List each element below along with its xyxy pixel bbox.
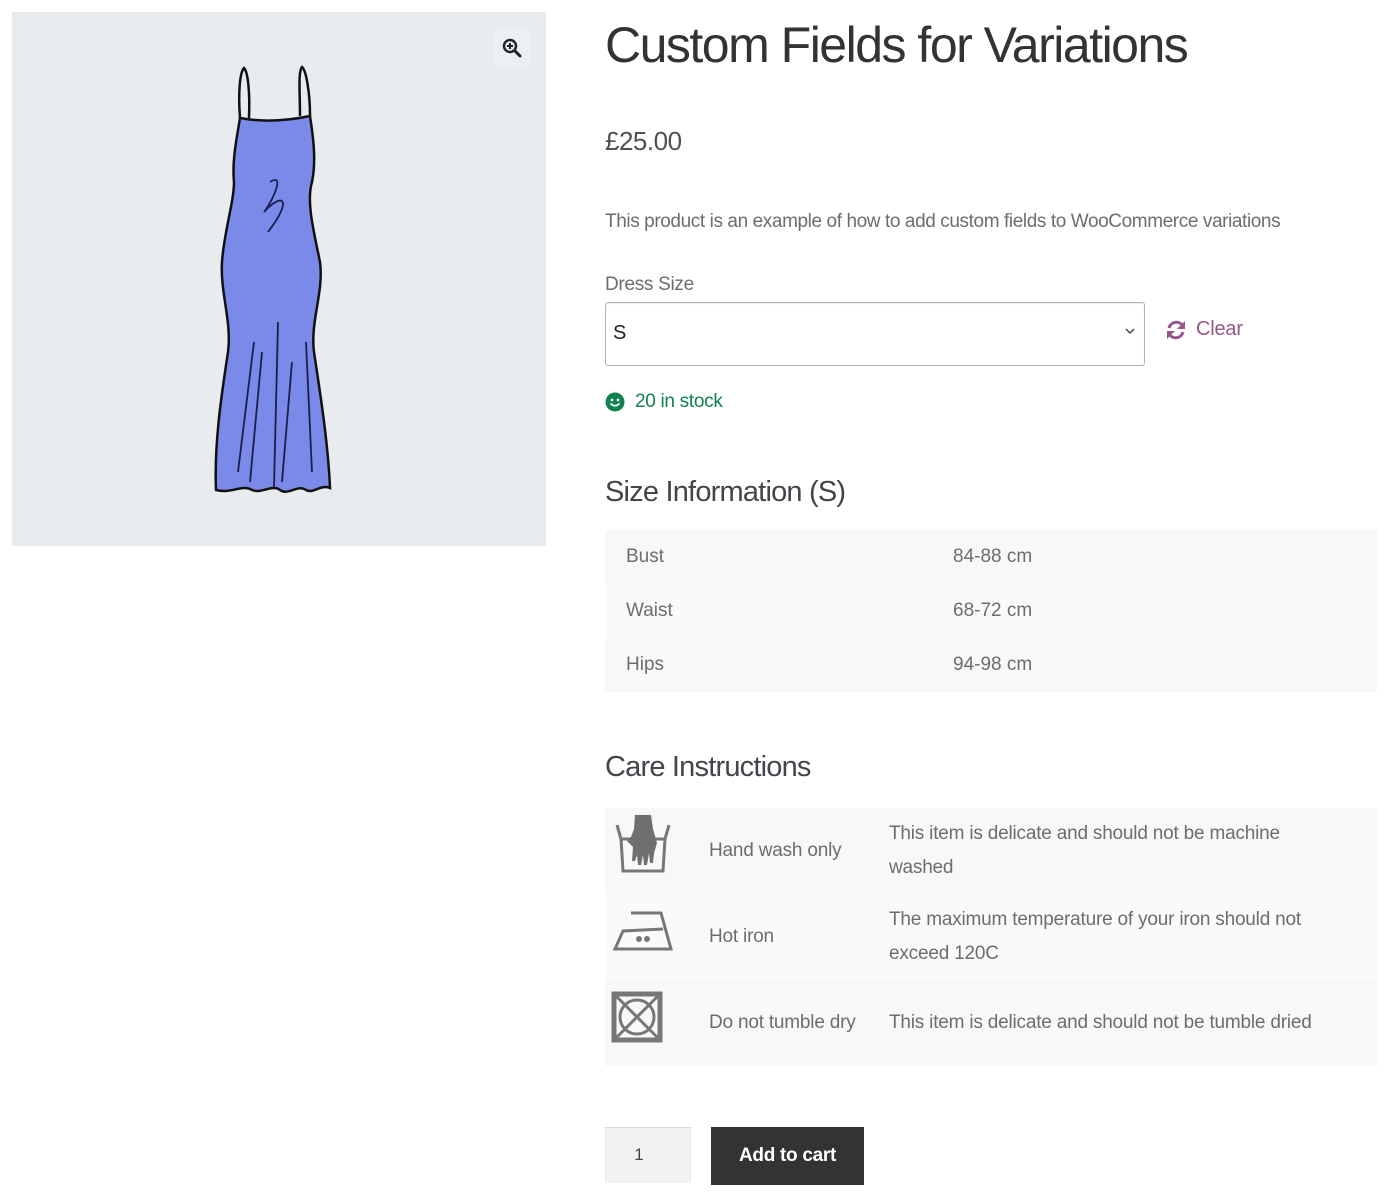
care-text: The maximum temperature of your iron sho… (889, 909, 1301, 964)
hand-wash-icon (615, 815, 671, 873)
add-to-cart-button[interactable]: Add to cart (711, 1127, 864, 1185)
clear-variation-link[interactable]: Clear (1165, 318, 1243, 341)
smiley-icon (605, 392, 625, 412)
care-text: This item is delicate and should not be … (889, 1012, 1312, 1033)
table-row: Hand wash only This item is delicate and… (605, 808, 1377, 894)
size-value: 84-88 cm (953, 546, 1033, 567)
chevron-down-icon (1125, 328, 1135, 335)
size-label: Bust (626, 546, 665, 567)
product-price: £25.00 (605, 126, 682, 156)
clear-label: Clear (1196, 318, 1243, 340)
size-information-table: Bust 84-88 cm Waist 68-72 cm Hips 94-98 … (605, 530, 1377, 692)
zoom-in-icon (502, 38, 522, 58)
size-value: 94-98 cm (953, 654, 1033, 675)
care-text: This item is delicate and should not be … (889, 823, 1280, 878)
refresh-icon (1167, 320, 1185, 339)
size-value: 68-72 cm (953, 600, 1033, 621)
care-name: Do not tumble dry (709, 1012, 856, 1033)
care-instructions-table: Hand wash only This item is delicate and… (605, 808, 1377, 1066)
table-row: Do not tumble dry This item is delicate … (605, 980, 1377, 1066)
table-row: Hot iron The maximum temperature of your… (605, 894, 1377, 980)
product-image-dress[interactable] (202, 62, 362, 502)
dress-size-label: Dress Size (605, 274, 694, 295)
care-instructions-title: Care Instructions (605, 751, 811, 783)
dress-size-select[interactable]: S (605, 302, 1145, 366)
dress-size-selected-value: S (613, 322, 627, 344)
iron-icon (612, 911, 673, 951)
care-name: Hand wash only (709, 840, 842, 861)
table-row: Waist 68-72 cm (605, 584, 1377, 638)
size-information-title: Size Information (S) (605, 476, 846, 508)
product-title: Custom Fields for Variations (605, 17, 1189, 73)
stock-status: 20 in stock (605, 391, 723, 413)
product-gallery (12, 12, 546, 546)
table-row: Bust 84-88 cm (605, 530, 1377, 584)
size-label: Hips (626, 654, 665, 675)
care-name: Hot iron (709, 926, 774, 947)
product-short-description: This product is an example of how to add… (605, 211, 1281, 232)
no-tumble-dry-icon (611, 991, 663, 1043)
quantity-input[interactable] (605, 1127, 691, 1183)
gallery-zoom-button[interactable] (494, 30, 530, 66)
table-row: Hips 94-98 cm (605, 638, 1377, 692)
size-label: Waist (626, 600, 673, 621)
stock-text: 20 in stock (635, 391, 723, 412)
